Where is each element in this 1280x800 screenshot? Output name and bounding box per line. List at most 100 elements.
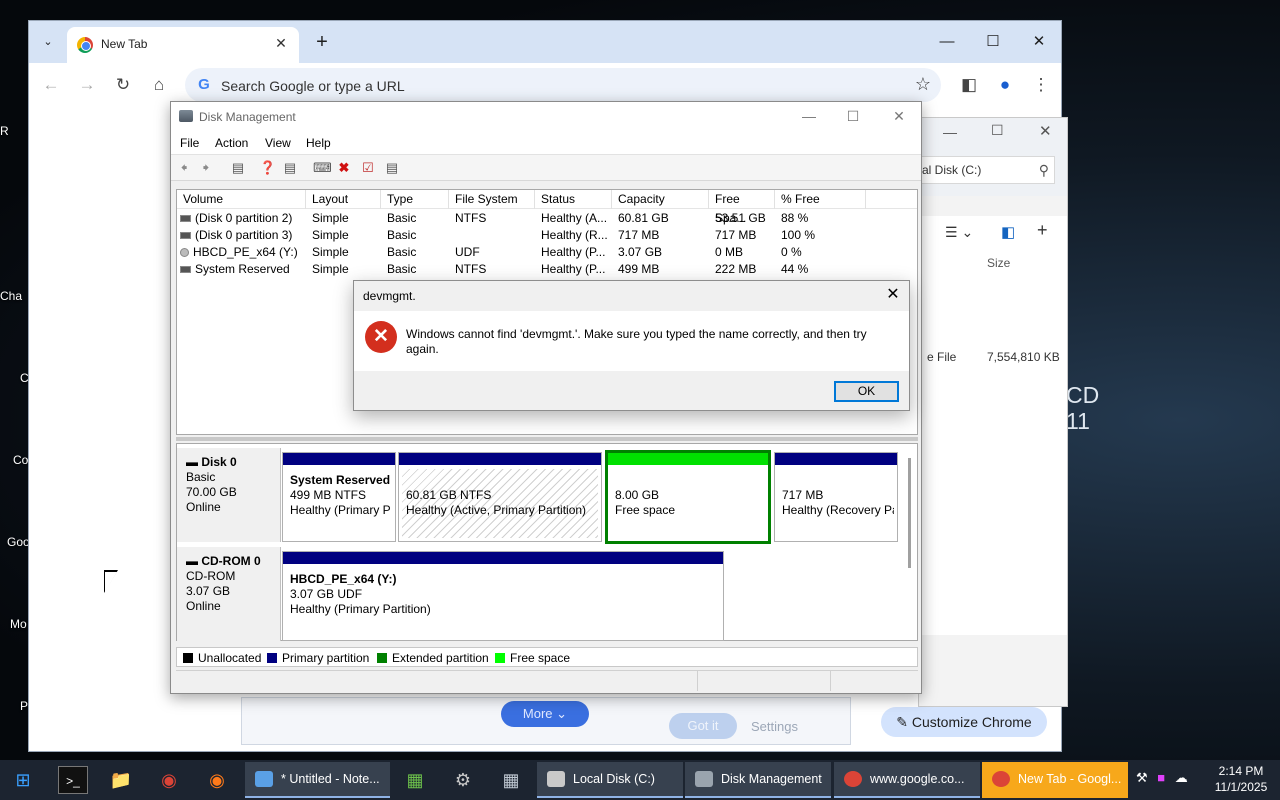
desktop-icon-label[interactable]: Mo	[10, 617, 27, 631]
side-panel-icon[interactable]: ◧	[955, 71, 983, 99]
calculator-icon[interactable]: ▦	[496, 766, 526, 794]
close-icon[interactable]: ✕	[1019, 29, 1059, 55]
column-free-space[interactable]: Free Spa...	[709, 190, 775, 225]
desktop-icon-label[interactable]: Cha	[0, 289, 22, 303]
tray-color-icon[interactable]: ■	[1157, 770, 1165, 785]
volume-row[interactable]: (Disk 0 partition 2) Simple Basic NTFS H…	[177, 210, 917, 227]
search-icon[interactable]: ⚲	[1039, 162, 1049, 179]
taskbar-local-disk[interactable]: Local Disk (C:)	[537, 762, 683, 798]
close-icon[interactable]: ✕	[1039, 122, 1052, 140]
home-icon[interactable]: ⌂	[145, 71, 173, 99]
minimize-icon[interactable]: —	[789, 106, 829, 126]
partition-system-reserved[interactable]: System Reserved 499 MB NTFS Healthy (Pri…	[282, 452, 396, 542]
start-windows-icon[interactable]: ⊞	[8, 766, 38, 794]
column-status[interactable]: Status	[535, 190, 612, 209]
minimize-icon[interactable]: —	[943, 124, 957, 140]
column-capacity[interactable]: Capacity	[612, 190, 709, 209]
minimize-icon[interactable]: —	[927, 29, 967, 55]
console-tree-icon[interactable]: ▤	[229, 159, 247, 177]
tab-close-icon[interactable]: ✕	[271, 33, 291, 53]
clock[interactable]: 2:14 PM 11/1/2025	[1206, 763, 1276, 795]
firefox-icon[interactable]: ◉	[202, 766, 232, 794]
desktop-icon-label[interactable]: P	[20, 699, 28, 713]
free-space-block[interactable]: 8.00 GB Free space	[605, 450, 771, 544]
menu-bar: File Action View Help	[171, 131, 921, 155]
got-it-button[interactable]: Got it	[669, 713, 737, 739]
network-tool-icon[interactable]: ⚙	[448, 766, 478, 794]
desktop-icon-label[interactable]: R	[0, 124, 9, 138]
forward-arrow-icon[interactable]: →	[73, 71, 101, 99]
explorer-address-bar[interactable]: al Disk (C:)	[919, 156, 1055, 184]
bookmark-star-icon[interactable]: ☆	[915, 74, 931, 95]
dialog-close-icon[interactable]: ✕	[881, 283, 905, 307]
file-explorer-window: — ☐ ✕ al Disk (C:) ⚲ ☰ ⌄ ◧ + Size e File…	[918, 117, 1068, 707]
google-g-icon: G	[198, 76, 210, 93]
pane-splitter[interactable]	[176, 437, 918, 441]
close-icon[interactable]: ✕	[879, 106, 919, 126]
status-cell: Healthy (P...	[541, 262, 606, 276]
new-icon[interactable]: +	[1037, 220, 1048, 241]
delete-icon[interactable]: ✖	[335, 159, 353, 177]
menu-help[interactable]: Help	[306, 136, 331, 150]
more-button[interactable]: More ⌄	[501, 701, 589, 727]
customize-chrome-button[interactable]: ✎ Customize Chrome	[881, 707, 1047, 737]
maximize-icon[interactable]: ☐	[991, 122, 1004, 139]
column-file-system[interactable]: File System	[449, 190, 535, 209]
profile-avatar-icon[interactable]: ●	[991, 71, 1019, 99]
chrome-icon[interactable]: ◉	[154, 766, 184, 794]
settings-link[interactable]: Settings	[751, 719, 798, 734]
spreadsheet-icon[interactable]: ▦	[400, 766, 430, 794]
new-tab-plus-icon[interactable]: +	[309, 29, 335, 55]
column-layout[interactable]: Layout	[306, 190, 381, 209]
desktop-icon-label[interactable]: Co	[13, 453, 28, 467]
cdrom-0-info[interactable]: ▬ CD-ROM 0 CD-ROM 3.07 GB Online	[177, 547, 281, 641]
tray-tool-icon[interactable]: ⚒	[1136, 770, 1148, 785]
menu-view[interactable]: View	[265, 136, 291, 150]
connect-disk-icon[interactable]: ⌨	[313, 159, 332, 177]
type-cell: Basic	[387, 262, 417, 276]
taskbar-notepad[interactable]: * Untitled - Note...	[245, 762, 390, 798]
partition-recovery[interactable]: 717 MB Healthy (Recovery Pa	[774, 452, 898, 542]
tab-search-icon[interactable]: ⌄	[37, 31, 59, 53]
desktop-icon-label[interactable]: Goo	[7, 535, 30, 549]
reload-icon[interactable]: ↻	[109, 71, 137, 99]
volume-row[interactable]: (Disk 0 partition 3) Simple Basic Health…	[177, 227, 917, 244]
chrome-tab-new-tab[interactable]: New Tab ✕	[67, 27, 299, 63]
partition-hbcd[interactable]: HBCD_PE_x64 (Y:) 3.07 GB UDF Healthy (Pr…	[282, 551, 724, 641]
menu-file[interactable]: File	[180, 136, 199, 150]
taskbar-chrome-new-tab[interactable]: New Tab - Googl...	[982, 762, 1128, 798]
back-arrow-icon[interactable]: ←	[37, 71, 65, 99]
size-column-header[interactable]: Size	[987, 256, 1010, 270]
details-pane-icon[interactable]: ◧	[1001, 223, 1015, 241]
ok-button[interactable]: OK	[834, 381, 899, 402]
file-explorer-icon[interactable]: 📁	[106, 766, 136, 794]
taskbar-disk-management[interactable]: Disk Management	[685, 762, 831, 798]
taskbar-chrome-google[interactable]: www.google.co...	[834, 762, 980, 798]
settings-list-icon[interactable]: ▤	[383, 159, 401, 177]
properties-icon[interactable]: ▤	[281, 159, 299, 177]
volume-row[interactable]: HBCD_PE_x64 (Y:) Simple Basic UDF Health…	[177, 244, 917, 261]
partition-c[interactable]: 60.81 GB NTFS Healthy (Active, Primary P…	[398, 452, 602, 542]
check-icon[interactable]: ☑	[359, 159, 377, 177]
terminal-icon[interactable]: >_	[58, 766, 88, 794]
disk-state: Online	[186, 500, 221, 514]
legend-swatch	[495, 653, 505, 663]
column-volume[interactable]: Volume	[177, 190, 306, 209]
disk-name: Disk 0	[201, 455, 237, 469]
column-type[interactable]: Type	[381, 190, 449, 209]
forward-arrow-icon[interactable]: 🠺	[197, 159, 215, 177]
volume-row[interactable]: System Reserved Simple Basic NTFS Health…	[177, 261, 917, 278]
disk-0-info[interactable]: ▬ Disk 0 Basic 70.00 GB Online	[177, 448, 281, 542]
back-arrow-icon[interactable]: 🠸	[175, 159, 193, 177]
maximize-icon[interactable]: ☐	[833, 106, 873, 126]
chrome-menu-icon[interactable]: ⋮	[1027, 71, 1055, 99]
menu-action[interactable]: Action	[215, 136, 248, 150]
help-icon[interactable]: ❓	[259, 159, 277, 177]
file-type-cell[interactable]: e File	[927, 350, 956, 364]
omnibox[interactable]: G Search Google or type a URL ☆	[185, 68, 941, 102]
column-percent-free[interactable]: % Free	[775, 190, 866, 209]
view-options-icon[interactable]: ☰ ⌄	[945, 224, 973, 241]
network-icon[interactable]: ☁	[1175, 770, 1188, 785]
maximize-icon[interactable]: ☐	[973, 29, 1013, 55]
vertical-scrollbar[interactable]	[908, 458, 911, 568]
